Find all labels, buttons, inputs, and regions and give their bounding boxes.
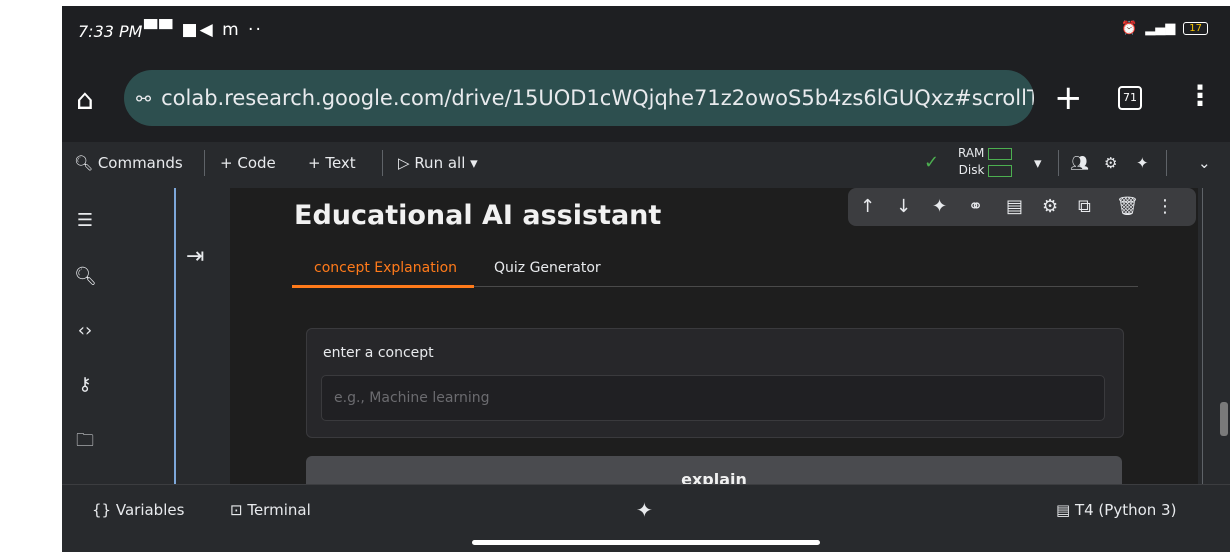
left-sidebar: ☰ 🔍︎ ‹› ⚷ 🗀	[62, 188, 109, 484]
comment-icon[interactable]: ▤	[1006, 196, 1023, 217]
cell-output: Educational AI assistant concept Explana…	[230, 188, 1198, 496]
run-all-label: Run all	[414, 154, 466, 172]
disk-label: Disk	[958, 163, 985, 177]
commands-button[interactable]: 🔍︎ Commands	[74, 154, 183, 172]
play-icon: ▷	[398, 154, 415, 172]
browser-address-row: ⌂ ⚯ colab.research.google.com/drive/15UOD…	[62, 56, 1230, 142]
browser-menu-icon[interactable]: ⋮	[1186, 78, 1214, 114]
variables-button[interactable]: {} Variables	[92, 501, 184, 519]
share-people-icon[interactable]: 👥︎	[1070, 154, 1089, 172]
find-icon[interactable]: 🔍︎	[74, 266, 97, 287]
disk-bar	[988, 164, 1013, 177]
gear-icon[interactable]: ⚙	[1042, 196, 1058, 217]
app-title: Educational AI assistant	[294, 200, 662, 231]
output-toggle-icon[interactable]: ⇥	[186, 244, 204, 269]
input-label: enter a concept	[323, 345, 434, 361]
gemini-sparkle-icon[interactable]: ✦	[932, 196, 947, 217]
server-icon: ▤	[1056, 501, 1075, 519]
add-code-button[interactable]: + Code	[220, 154, 276, 172]
plus-icon: +	[220, 154, 238, 172]
cell-border	[1202, 188, 1203, 484]
status-right-icons: ⏰ ▂▄▆ 17	[1121, 21, 1208, 36]
move-down-icon[interactable]: ↓	[896, 196, 911, 217]
toolbar-divider	[1058, 150, 1059, 176]
add-text-button[interactable]: + Text	[308, 154, 356, 172]
tab-concept-explanation[interactable]: concept Explanation	[314, 260, 457, 276]
collapse-header-icon[interactable]: ⌄	[1198, 154, 1211, 172]
tab-switcher-button[interactable]: 71	[1118, 86, 1142, 110]
concept-input[interactable]	[321, 375, 1105, 421]
table-of-contents-icon[interactable]: ☰	[74, 210, 96, 231]
chevron-down-icon: ▾	[465, 154, 478, 172]
signal-icon: ▂▄▆	[1145, 21, 1176, 36]
gemini-sparkle-icon[interactable]: ✦	[636, 498, 653, 522]
toolbar-divider	[1166, 150, 1167, 176]
folder-icon[interactable]: 🗀	[74, 428, 96, 458]
runtime-dropdown-icon[interactable]: ▾	[1034, 154, 1042, 172]
screenshot-frame: 7:33 PM ▀▀ ■◀ m ·· ⏰ ▂▄▆ 17 ⌂ ⚯ colab.res…	[0, 0, 1230, 552]
resource-indicator[interactable]: RAM Disk	[958, 145, 1013, 179]
home-icon[interactable]: ⌂	[76, 84, 108, 116]
gear-icon[interactable]: ⚙	[1104, 154, 1117, 172]
more-options-icon[interactable]: ⋮	[1156, 196, 1174, 217]
code-snippets-icon[interactable]: ‹›	[74, 320, 96, 341]
ram-bar	[988, 147, 1013, 160]
gemini-sparkle-icon[interactable]: ✦	[1136, 154, 1149, 172]
terminal-icon: ⊡	[230, 501, 248, 519]
scrollbar-thumb[interactable]	[1220, 402, 1228, 436]
text-label: Text	[325, 154, 356, 172]
toolbar-divider	[382, 150, 383, 176]
url-text: colab.research.google.com/drive/15UOD1cW…	[161, 86, 1034, 110]
address-bar[interactable]: ⚯ colab.research.google.com/drive/15UOD1c…	[124, 70, 1034, 126]
concept-input-panel: enter a concept	[306, 328, 1124, 438]
active-tab-indicator	[292, 285, 474, 288]
code-label: Code	[237, 154, 276, 172]
toolbar-divider	[204, 150, 205, 176]
notification-icons: ▀▀ ■◀ m ··	[144, 20, 263, 40]
status-bar: 7:33 PM ▀▀ ■◀ m ·· ⏰ ▂▄▆ 17	[62, 6, 1230, 56]
terminal-button[interactable]: ⊡ Terminal	[230, 501, 311, 519]
new-tab-button[interactable]: +	[1054, 80, 1083, 116]
search-icon: 🔍︎	[74, 154, 98, 172]
variables-label: Variables	[115, 501, 185, 519]
tab-quiz-generator[interactable]: Quiz Generator	[494, 260, 601, 276]
link-icon[interactable]: ⚭	[968, 196, 983, 217]
site-settings-icon[interactable]: ⚯	[136, 72, 151, 126]
braces-icon: {}	[92, 501, 116, 519]
move-up-icon[interactable]: ↑	[860, 196, 875, 217]
battery-icon: 17	[1183, 22, 1208, 35]
alarm-icon: ⏰	[1121, 21, 1138, 36]
phone-screen: 7:33 PM ▀▀ ■◀ m ·· ⏰ ▂▄▆ 17 ⌂ ⚯ colab.res…	[62, 6, 1230, 552]
gesture-home-bar	[472, 540, 820, 545]
cell-focus-line	[174, 188, 176, 484]
runtime-button[interactable]: ▤ T4 (Python 3)	[1056, 501, 1176, 519]
secrets-key-icon[interactable]: ⚷	[74, 374, 96, 395]
cell-toolbar: ↑ ↓ ✦ ⚭ ▤ ⚙ ⧉ 🗑︎ ⋮	[848, 188, 1196, 226]
commands-label: Commands	[97, 154, 183, 172]
plus-icon: +	[308, 154, 326, 172]
terminal-label: Terminal	[247, 501, 311, 519]
cell-scroll-area	[1198, 188, 1230, 484]
status-time: 7:33 PM	[78, 22, 143, 41]
cell-gutter: ⇥	[108, 188, 230, 484]
run-all-button[interactable]: ▷ Run all ▾	[398, 154, 478, 172]
mirror-cell-icon[interactable]: ⧉	[1078, 196, 1091, 217]
colab-toolbar: 🔍︎ Commands + Code + Text ▷ Run all ▾ ✓ …	[62, 142, 1230, 189]
runtime-label: T4 (Python 3)	[1074, 501, 1177, 519]
connected-check-icon: ✓	[924, 152, 940, 173]
ram-label: RAM	[958, 146, 985, 160]
delete-icon[interactable]: 🗑︎	[1116, 196, 1139, 217]
